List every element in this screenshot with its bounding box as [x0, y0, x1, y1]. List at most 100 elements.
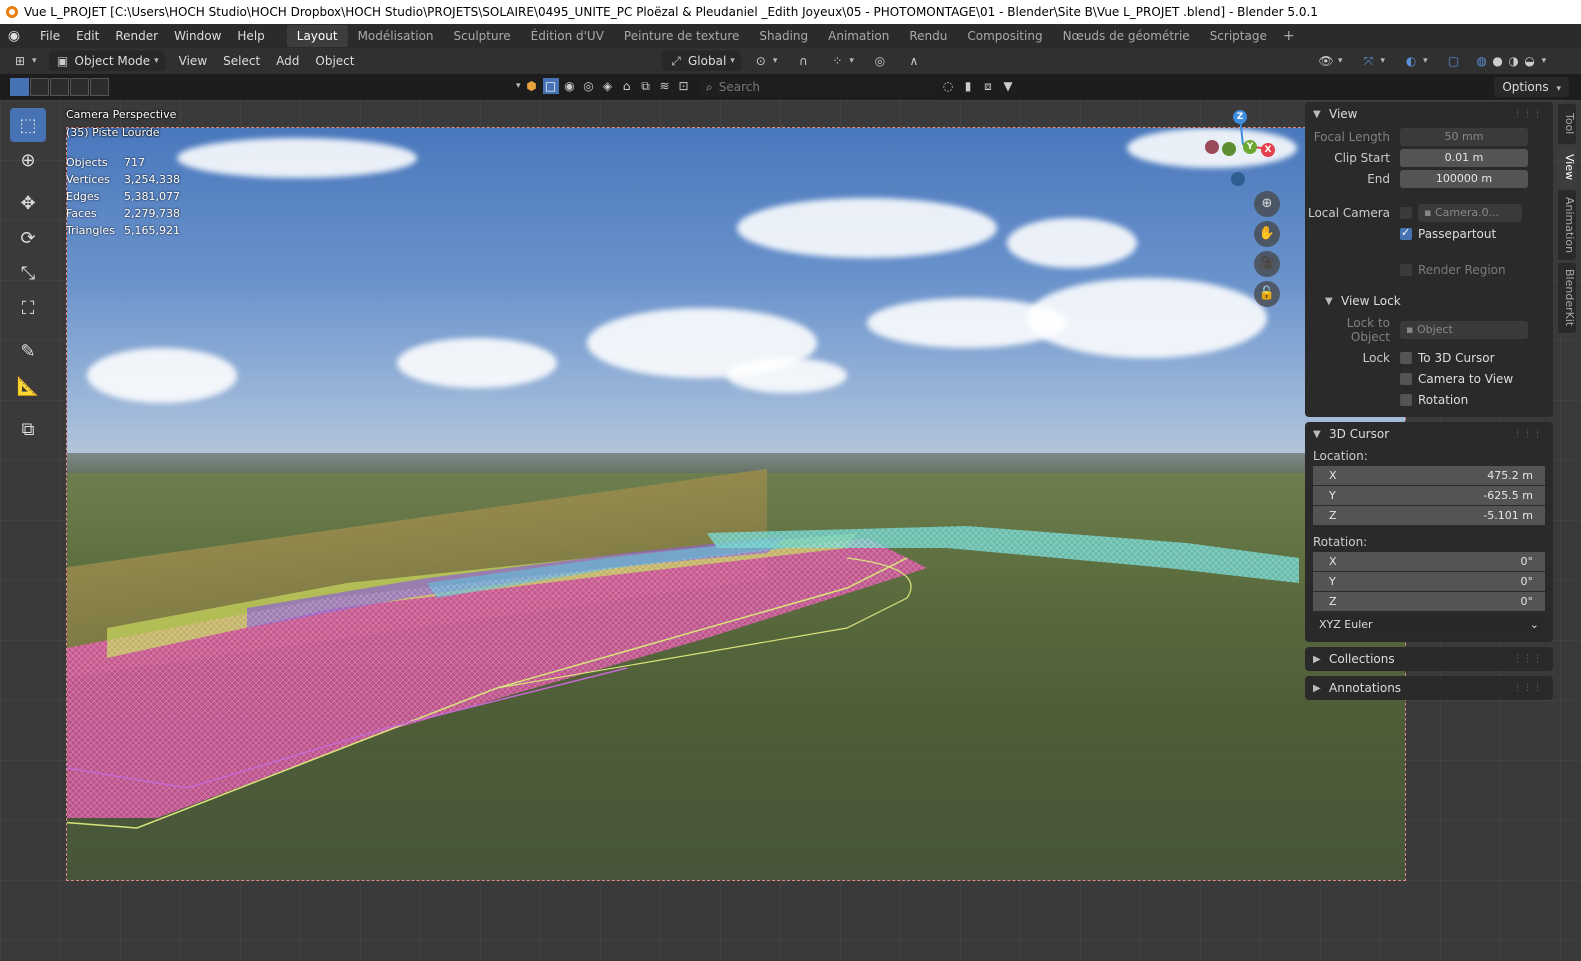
drag-handle-icon[interactable]: ⋮⋮⋮: [1513, 654, 1543, 664]
menu-render[interactable]: Render: [107, 25, 166, 47]
local-camera-checkbox[interactable]: [1400, 207, 1412, 219]
shading-options-icon[interactable]: ▾: [1542, 56, 1547, 66]
light-filter-icon[interactable]: ◎: [581, 78, 597, 94]
cursor-tool[interactable]: ⊕: [10, 143, 46, 177]
scale-tool[interactable]: ⤡: [10, 256, 46, 290]
clip-start-field[interactable]: 0.01 m: [1400, 149, 1528, 167]
drag-handle-icon[interactable]: ⋮⋮⋮: [1513, 429, 1543, 439]
menu-help[interactable]: Help: [229, 25, 272, 47]
cursor-location-z[interactable]: Z -5.101 m: [1313, 506, 1545, 525]
empty-filter-icon[interactable]: ⌂: [619, 78, 635, 94]
grease-pencil-filter-icon[interactable]: ≋: [657, 78, 673, 94]
gizmo-y-axis[interactable]: Y: [1243, 140, 1257, 154]
annotations-header[interactable]: ▶ Annotations ⋮⋮⋮: [1305, 676, 1553, 700]
view-panel-header[interactable]: ▼ View ⋮⋮⋮: [1305, 102, 1553, 126]
focal-length-field[interactable]: 50 mm: [1400, 128, 1528, 146]
solid-shading-icon[interactable]: ●: [1490, 53, 1506, 69]
tab-sculpture[interactable]: Sculpture: [444, 25, 521, 47]
tab-view[interactable]: View: [1558, 147, 1576, 187]
rotate-tool[interactable]: ⟳: [10, 221, 46, 255]
render-region-checkbox[interactable]: [1400, 264, 1412, 276]
transform-tool[interactable]: ⛶: [10, 291, 46, 325]
measure-tool[interactable]: 📐: [10, 369, 46, 403]
select-extend-mode[interactable]: [30, 78, 49, 96]
tab-blenderkit[interactable]: BlenderKit: [1558, 263, 1576, 333]
filter-expand-icon[interactable]: ▾: [516, 81, 521, 91]
camera-view-button[interactable]: 🎥: [1254, 251, 1280, 277]
tab-compositing[interactable]: Compositing: [957, 25, 1052, 47]
gizmo-neg-y[interactable]: [1222, 142, 1236, 156]
layout-icon[interactable]: ⧈: [980, 78, 996, 94]
rendered-shading-icon[interactable]: ◒: [1522, 53, 1538, 69]
tab-noeuds-geometrie[interactable]: Nœuds de géométrie: [1053, 25, 1200, 47]
pivot-point-button[interactable]: ⊙ ▾: [747, 51, 784, 71]
clip-end-field[interactable]: 100000 m: [1400, 170, 1528, 188]
gizmo-z-axis[interactable]: Z: [1233, 110, 1247, 124]
cursor-rotation-y[interactable]: Y 0°: [1313, 572, 1545, 591]
overlay-toggle[interactable]: ◐ ▾: [1397, 51, 1434, 71]
add-workspace-button[interactable]: +: [1277, 28, 1301, 44]
tab-animation[interactable]: Animation: [818, 25, 899, 47]
orientation-dropdown[interactable]: ⤢ Global ▾: [662, 51, 741, 71]
move-tool[interactable]: ✥: [10, 186, 46, 220]
menu-edit[interactable]: Edit: [68, 25, 107, 47]
tab-modelisation[interactable]: Modélisation: [348, 25, 444, 47]
annotate-tool[interactable]: ✎: [10, 334, 46, 368]
xray-toggle[interactable]: ▢: [1440, 51, 1468, 71]
lock-to-object-field[interactable]: ▪ Object: [1400, 321, 1528, 339]
visibility-button[interactable]: 👁 ▾: [1312, 51, 1349, 71]
gizmo-toggle[interactable]: ⤧ ▾: [1355, 51, 1392, 71]
curve-filter-icon[interactable]: ◉: [562, 78, 578, 94]
search-input[interactable]: ⌕ Search: [700, 77, 936, 97]
navigation-gizmo[interactable]: Z X Y: [1205, 105, 1285, 186]
local-camera-field[interactable]: ▪ Camera.0...: [1418, 204, 1522, 222]
view-lock-header[interactable]: ▼ View Lock: [1305, 289, 1553, 313]
select-subtract-mode[interactable]: [50, 78, 69, 96]
3d-cursor-header[interactable]: ▼ 3D Cursor ⋮⋮⋮: [1305, 422, 1553, 446]
gizmo-neg-z[interactable]: [1231, 172, 1245, 186]
tab-tool[interactable]: Tool: [1558, 104, 1576, 144]
add-menu[interactable]: Add: [268, 50, 307, 72]
misc-filter-icon[interactable]: ⊡: [676, 78, 692, 94]
drag-handle-icon[interactable]: ⋮⋮⋮: [1513, 109, 1543, 119]
pan-button[interactable]: ✋: [1254, 221, 1280, 247]
wireframe-shading-icon[interactable]: ◍: [1474, 53, 1490, 69]
blender-menu-icon[interactable]: ◉: [6, 28, 22, 44]
drag-handle-icon[interactable]: ⋮⋮⋮: [1513, 683, 1543, 693]
zoom-button[interactable]: ⊕: [1254, 191, 1280, 217]
tab-peinture-texture[interactable]: Peinture de texture: [614, 25, 749, 47]
filter-icon[interactable]: ▼: [1000, 78, 1016, 94]
falloff-button[interactable]: ∧: [900, 51, 928, 71]
add-cube-tool[interactable]: ⧉: [10, 412, 46, 446]
editor-type-button[interactable]: ⊞ ▾: [6, 51, 43, 71]
tab-animation-sidebar[interactable]: Animation: [1558, 190, 1576, 260]
object-type-icon[interactable]: ⬢: [524, 78, 540, 94]
gizmo-x-axis[interactable]: X: [1261, 143, 1275, 157]
object-menu[interactable]: Object: [307, 50, 362, 72]
tab-edition-uv[interactable]: Édition d'UV: [521, 25, 614, 47]
mode-dropdown[interactable]: ▣ Object Mode ▾: [48, 51, 165, 71]
bookmark-icon[interactable]: ▮: [960, 78, 976, 94]
gizmo-neg-x[interactable]: [1205, 140, 1219, 154]
camera-filter-icon[interactable]: ◈: [600, 78, 616, 94]
lock-rotation-checkbox[interactable]: [1400, 394, 1412, 406]
tab-layout[interactable]: Layout: [286, 25, 348, 47]
material-shading-icon[interactable]: ◑: [1506, 53, 1522, 69]
cursor-location-x[interactable]: X 475.2 m: [1313, 466, 1545, 485]
view-menu[interactable]: View: [171, 50, 215, 72]
rotation-mode-dropdown[interactable]: XYZ Euler ⌄: [1313, 615, 1545, 634]
options-button[interactable]: Options ▾: [1494, 77, 1569, 97]
lock-to-cursor-checkbox[interactable]: [1400, 352, 1412, 364]
camera-to-view-checkbox[interactable]: [1400, 373, 1412, 385]
select-box-tool[interactable]: ⬚: [10, 108, 46, 142]
menu-window[interactable]: Window: [166, 25, 229, 47]
cursor-rotation-z[interactable]: Z 0°: [1313, 592, 1545, 611]
mesh-filter-icon[interactable]: □: [542, 78, 559, 94]
other-filter-icon[interactable]: ⧉: [638, 78, 654, 94]
cursor-location-y[interactable]: Y -625.5 m: [1313, 486, 1545, 505]
tab-rendu[interactable]: Rendu: [899, 25, 957, 47]
cursor-rotation-x[interactable]: X 0°: [1313, 552, 1545, 571]
select-intersect-mode[interactable]: [90, 78, 109, 96]
tab-shading[interactable]: Shading: [749, 25, 818, 47]
select-new-mode[interactable]: [10, 78, 29, 96]
